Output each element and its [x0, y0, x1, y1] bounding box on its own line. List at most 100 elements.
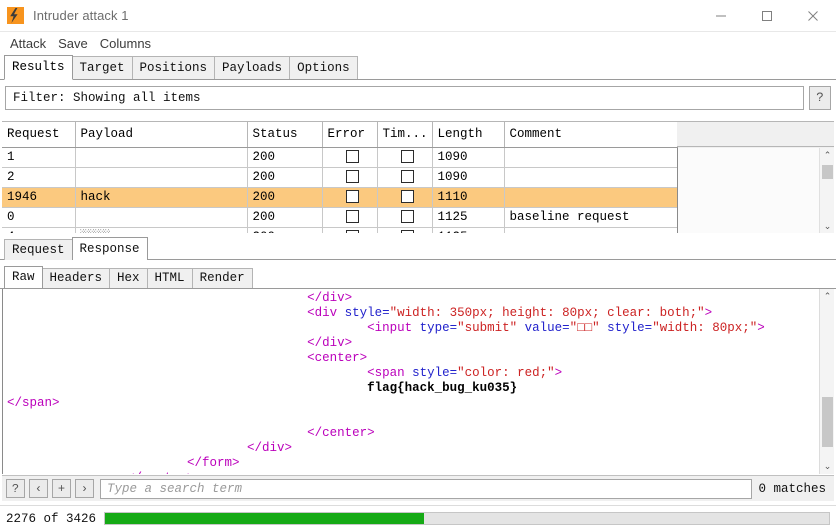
tab-headers[interactable]: Headers — [41, 268, 111, 288]
code-token: type= — [419, 321, 458, 335]
cell-length: 1125 — [432, 227, 505, 233]
tab-request[interactable]: Request — [4, 239, 73, 260]
code-token: > — [757, 321, 765, 335]
column-header-length[interactable]: ⌃ Length — [432, 122, 505, 148]
scroll-up-icon[interactable]: ⌃ — [820, 289, 834, 304]
cell-error — [322, 207, 378, 228]
results-table-scrollbar[interactable]: ⌃ ⌄ — [819, 148, 834, 233]
code-token: </div> — [247, 441, 293, 455]
cell-error — [322, 167, 378, 188]
scroll-thumb[interactable] — [822, 397, 833, 447]
tab-options[interactable]: Options — [289, 56, 358, 79]
table-row[interactable]: 1 200 1090 — [2, 147, 678, 168]
cell-payload: ░░░░ — [75, 227, 248, 233]
cell-length: 1110 — [432, 187, 505, 208]
scroll-down-icon[interactable]: ⌄ — [820, 459, 834, 474]
timeout-checkbox[interactable] — [400, 170, 414, 184]
table-row[interactable]: 0 200 1125 baseline request — [2, 207, 678, 228]
sort-ascending-icon: ⌃ — [463, 122, 469, 123]
tab-raw[interactable]: Raw — [4, 266, 43, 288]
filter-bar[interactable]: Filter: Showing all items — [5, 86, 804, 110]
code-token: style= — [412, 366, 458, 380]
status-bar: 2276 of 3426 — [0, 505, 836, 531]
scroll-up-icon[interactable]: ⌃ — [820, 148, 834, 163]
column-header-comment[interactable]: Comment — [504, 122, 678, 148]
tab-payloads[interactable]: Payloads — [214, 56, 291, 79]
error-checkbox[interactable] — [345, 150, 359, 164]
search-bar: ? ‹ + › Type a search term 0 matches — [2, 475, 834, 501]
code-token: "width: 80px;" — [652, 321, 758, 335]
table-row[interactable]: 4 ░░░░ 200 1125 — [2, 227, 678, 233]
cell-payload — [75, 167, 248, 188]
filter-text: Filter: Showing all items — [13, 91, 201, 105]
timeout-checkbox[interactable] — [400, 230, 414, 233]
cell-payload — [75, 147, 248, 168]
menu-bar: Attack Save Columns — [0, 32, 836, 54]
code-token: flag{hack_bug_ku035} — [367, 381, 518, 395]
code-token: "□□" — [569, 321, 600, 335]
window-controls — [698, 0, 836, 32]
cell-timeout — [377, 207, 433, 228]
tab-target[interactable]: Target — [71, 56, 133, 79]
cell-comment[interactable] — [504, 147, 678, 168]
column-header-request[interactable]: Request — [2, 122, 76, 148]
scroll-thumb[interactable] — [822, 165, 833, 179]
code-token: </span> — [7, 396, 60, 410]
cell-request: 2 — [2, 167, 76, 188]
column-header-payload[interactable]: Payload — [75, 122, 248, 148]
error-checkbox[interactable] — [345, 230, 359, 233]
column-header-timeout[interactable]: Tim... — [377, 122, 433, 148]
column-header-error[interactable]: Error — [322, 122, 378, 148]
cell-comment[interactable] — [504, 187, 678, 208]
burp-logo-icon — [7, 7, 24, 24]
code-token: </div> — [307, 336, 353, 350]
cell-request: 0 — [2, 207, 76, 228]
code-token: > — [704, 306, 713, 320]
error-checkbox[interactable] — [345, 210, 359, 224]
search-prev-button[interactable]: ‹ — [29, 479, 48, 498]
search-add-button[interactable]: + — [52, 479, 71, 498]
tab-response[interactable]: Response — [71, 237, 148, 260]
cell-payload — [75, 207, 248, 228]
cell-status: 200 — [247, 167, 323, 188]
timeout-checkbox[interactable] — [400, 210, 414, 224]
tab-positions[interactable]: Positions — [131, 56, 216, 79]
cell-length: 1090 — [432, 147, 505, 168]
response-scrollbar[interactable]: ⌃ ⌄ — [819, 289, 834, 474]
code-token: > — [554, 366, 563, 380]
column-header-status[interactable]: Status — [247, 122, 323, 148]
code-token: value= — [524, 321, 570, 335]
scroll-down-icon[interactable]: ⌄ — [820, 219, 834, 233]
error-checkbox[interactable] — [345, 190, 359, 204]
search-input[interactable]: Type a search term — [100, 478, 753, 499]
tab-render[interactable]: Render — [191, 268, 253, 288]
search-next-button[interactable]: › — [75, 479, 94, 498]
response-body-panel[interactable]: </div> <div style="width: 350px; height:… — [2, 289, 834, 474]
cell-comment[interactable] — [504, 227, 678, 233]
menu-item-attack[interactable]: Attack — [4, 35, 52, 52]
tab-html[interactable]: HTML — [146, 268, 193, 288]
minimize-icon[interactable] — [698, 0, 744, 32]
cell-request: 1946 — [2, 187, 76, 208]
tab-results[interactable]: Results — [4, 55, 73, 80]
menu-item-save[interactable]: Save — [52, 35, 94, 52]
cell-error — [322, 227, 378, 233]
timeout-checkbox[interactable] — [400, 150, 414, 164]
cell-comment[interactable] — [504, 167, 678, 188]
menu-item-columns[interactable]: Columns — [94, 35, 157, 52]
search-help-button[interactable]: ? — [6, 479, 25, 498]
cell-comment[interactable]: baseline request — [504, 207, 678, 228]
error-checkbox[interactable] — [345, 170, 359, 184]
table-row[interactable]: 2 200 1090 — [2, 167, 678, 188]
table-row-selected[interactable]: 1946 hack 200 1110 — [2, 187, 678, 208]
maximize-icon[interactable] — [744, 0, 790, 32]
tab-hex[interactable]: Hex — [109, 268, 148, 288]
close-icon[interactable] — [790, 0, 836, 32]
filter-help-button[interactable]: ? — [809, 86, 831, 110]
timeout-checkbox[interactable] — [400, 190, 414, 204]
